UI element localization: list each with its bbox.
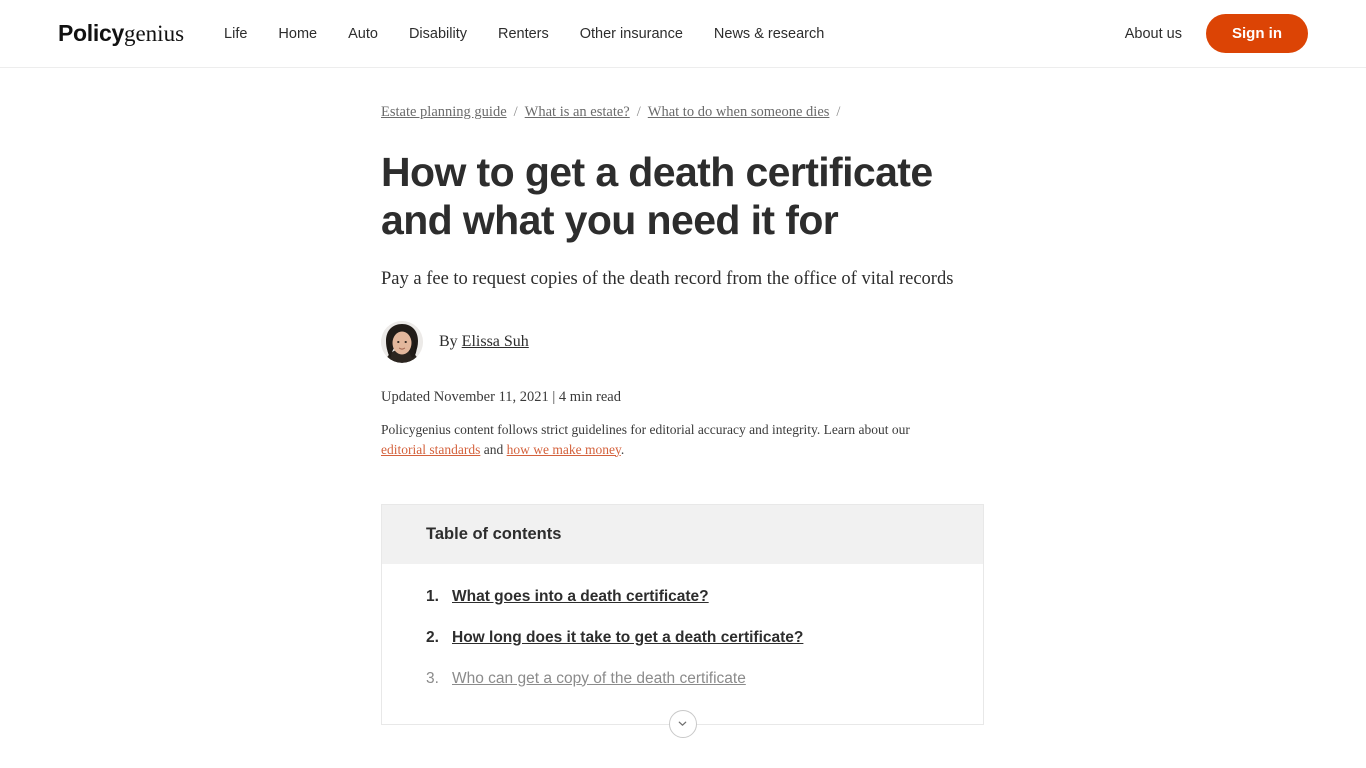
toc-item[interactable]: 3. Who can get a copy of the death certi… [426, 670, 939, 688]
toc-item-number: 1. [426, 587, 439, 605]
main-nav: Life Home Auto Disability Renters Other … [224, 26, 824, 42]
breadcrumb-separator: / [636, 104, 641, 120]
nav-item-renters[interactable]: Renters [498, 26, 549, 42]
disclaimer-text-3: . [620, 441, 625, 457]
nav-item-auto[interactable]: Auto [348, 26, 378, 42]
logo-text-light: genius [123, 21, 185, 46]
breadcrumb-item-what-is-an-estate[interactable]: What is an estate? [525, 104, 630, 120]
toc-item-number: 3. [426, 669, 439, 687]
how-we-make-money-link[interactable]: how we make money [507, 442, 621, 457]
byline-text: By Elissa Suh [439, 333, 529, 351]
sign-in-button[interactable]: Sign in [1206, 14, 1308, 53]
toc-list: 1. What goes into a death certificate? 2… [426, 588, 939, 688]
policygenius-logo[interactable]: Policygenius [58, 20, 185, 46]
author-link[interactable]: Elissa Suh [462, 333, 529, 350]
article-subtitle: Pay a fee to request copies of the death… [381, 269, 954, 290]
toc-link-who-can-get-a-copy[interactable]: Who can get a copy of the death certific… [452, 670, 746, 688]
article: Estate planning guide / What is an estate?… [381, 68, 984, 768]
breadcrumb-separator: / [836, 104, 841, 120]
site-header: Policygenius Life Home Auto Disability R… [0, 0, 1366, 68]
breadcrumb-item-what-to-do-when-someone-dies[interactable]: What to do when someone dies [648, 104, 830, 120]
byline: By Elissa Suh [381, 321, 984, 364]
toc-link-what-goes-into-a-death-certificate[interactable]: What goes into a death certificate? [452, 588, 709, 606]
article-meta: Updated November 11, 2021 | 4 min read [381, 389, 621, 406]
header-actions: About us Sign in [1125, 14, 1308, 53]
toc-item[interactable]: 2. How long does it take to get a death … [426, 629, 939, 647]
breadcrumb: Estate planning guide / What is an estate?… [381, 102, 984, 122]
logo-text-bold: Policy [58, 20, 124, 46]
editorial-disclaimer: Policygenius content follows strict guid… [381, 420, 956, 460]
toc-body: 1. What goes into a death certificate? 2… [382, 564, 983, 724]
chevron-down-icon [676, 717, 689, 730]
nav-item-other-insurance[interactable]: Other insurance [580, 26, 683, 42]
toc-title: Table of contents [382, 504, 983, 564]
nav-item-disability[interactable]: Disability [409, 26, 467, 42]
toc-item-number: 2. [426, 628, 439, 646]
page-title: How to get a death certificate and what … [381, 149, 933, 244]
author-avatar [381, 321, 423, 364]
breadcrumb-item-estate-planning-guide[interactable]: Estate planning guide [381, 104, 507, 120]
nav-item-home[interactable]: Home [278, 26, 317, 42]
nav-item-news-research[interactable]: News & research [714, 26, 824, 42]
nav-item-about-us[interactable]: About us [1125, 26, 1182, 42]
editorial-standards-link[interactable]: editorial standards [381, 442, 480, 457]
disclaimer-text-1: Policygenius content follows strict guid… [381, 421, 910, 437]
breadcrumb-separator: / [513, 104, 518, 120]
page-body: Estate planning guide / What is an estate?… [0, 68, 1366, 768]
toc-link-how-long-does-it-take[interactable]: How long does it take to get a death cer… [452, 629, 803, 647]
byline-prefix: By [439, 333, 458, 351]
toc-item[interactable]: 1. What goes into a death certificate? [426, 588, 939, 606]
toc-expand-button[interactable] [668, 709, 697, 738]
nav-item-life[interactable]: Life [224, 26, 247, 42]
table-of-contents: Table of contents 1. What goes into a de… [381, 503, 984, 738]
disclaimer-text-2: and [480, 441, 507, 457]
